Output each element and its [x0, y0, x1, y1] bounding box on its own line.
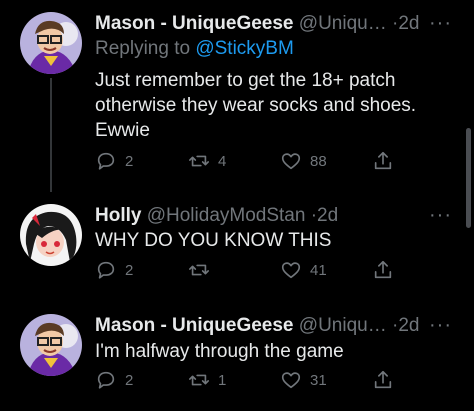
timestamp[interactable]: 2d	[398, 315, 419, 336]
reply-count: 2	[125, 261, 134, 279]
like-count: 88	[310, 152, 327, 170]
mention-link[interactable]: @StickyBM	[195, 38, 293, 59]
share-button[interactable]	[372, 259, 394, 281]
heart-icon	[281, 372, 301, 389]
reply-count: 2	[125, 371, 134, 389]
display-name[interactable]: Holly	[95, 205, 141, 226]
tweet-2[interactable]: Holly @HolidayModStan ·2d ··· WHY DO YOU…	[0, 192, 474, 302]
heart-icon	[281, 262, 301, 279]
share-icon	[374, 370, 392, 389]
thread-line	[50, 78, 52, 192]
more-options-icon[interactable]: ···	[429, 204, 452, 227]
avatar[interactable]	[20, 204, 82, 266]
tweet-1[interactable]: Mason - UniqueGeese @Uniqu… ·2d ··· Repl…	[0, 0, 474, 192]
retweet-count: 4	[218, 152, 227, 170]
tweet-3[interactable]: Mason - UniqueGeese @Uniqu… ·2d ··· I'm …	[0, 302, 474, 411]
timestamp[interactable]: 2d	[317, 205, 338, 226]
tweet-header: Mason - UniqueGeese @Uniqu… ·2d	[95, 12, 419, 36]
reply-icon	[97, 152, 115, 170]
retweet-icon	[189, 155, 209, 167]
like-button[interactable]: 31	[280, 369, 327, 391]
avatar[interactable]	[20, 12, 82, 74]
reply-button[interactable]: 2	[95, 369, 133, 391]
tweet-actions: 2 4 88	[95, 150, 395, 174]
tweet-actions: 2 1 31	[95, 369, 395, 393]
retweet-button[interactable]: 4	[188, 150, 226, 172]
retweet-icon	[189, 374, 209, 386]
more-options-icon[interactable]: ···	[429, 314, 452, 337]
retweet-icon	[189, 264, 209, 276]
reply-count: 2	[125, 152, 134, 170]
retweet-count: 1	[218, 371, 227, 389]
tweet-text: I'm halfway through the game	[95, 341, 344, 362]
reply-button[interactable]: 2	[95, 150, 133, 172]
handle[interactable]: @Uniqu…	[299, 315, 387, 336]
display-name[interactable]: Mason - UniqueGeese	[95, 315, 294, 336]
retweet-button[interactable]	[188, 259, 218, 281]
handle[interactable]: @Uniqu…	[299, 13, 387, 34]
heart-icon	[281, 153, 301, 170]
like-button[interactable]: 41	[280, 259, 327, 281]
avatar[interactable]	[20, 314, 82, 376]
reply-button[interactable]: 2	[95, 259, 133, 281]
reply-icon	[97, 371, 115, 389]
like-button[interactable]: 88	[280, 150, 327, 172]
share-button[interactable]	[372, 369, 394, 391]
more-options-icon[interactable]: ···	[429, 12, 452, 35]
retweet-button[interactable]: 1	[188, 369, 226, 391]
scrollbar[interactable]	[466, 128, 471, 228]
tweet-text: WHY DO YOU KNOW THIS	[95, 230, 332, 251]
replying-to-label: Replying to	[95, 38, 191, 59]
reply-icon	[97, 261, 115, 279]
tweet-header: Holly @HolidayModStan ·2d	[95, 204, 338, 228]
like-count: 41	[310, 261, 327, 279]
share-icon	[374, 151, 392, 170]
handle[interactable]: @HolidayModStan	[147, 205, 306, 226]
share-button[interactable]	[372, 150, 394, 172]
tweet-header: Mason - UniqueGeese @Uniqu… ·2d	[95, 314, 419, 338]
tweet-actions: 2 41	[95, 259, 395, 283]
tweet-text: Just remember to get the 18+ patch other…	[95, 70, 417, 141]
timestamp[interactable]: 2d	[398, 13, 419, 34]
replying-to: Replying to @StickyBM	[95, 38, 294, 60]
display-name[interactable]: Mason - UniqueGeese	[95, 13, 294, 34]
like-count: 31	[310, 371, 327, 389]
share-icon	[374, 260, 392, 279]
